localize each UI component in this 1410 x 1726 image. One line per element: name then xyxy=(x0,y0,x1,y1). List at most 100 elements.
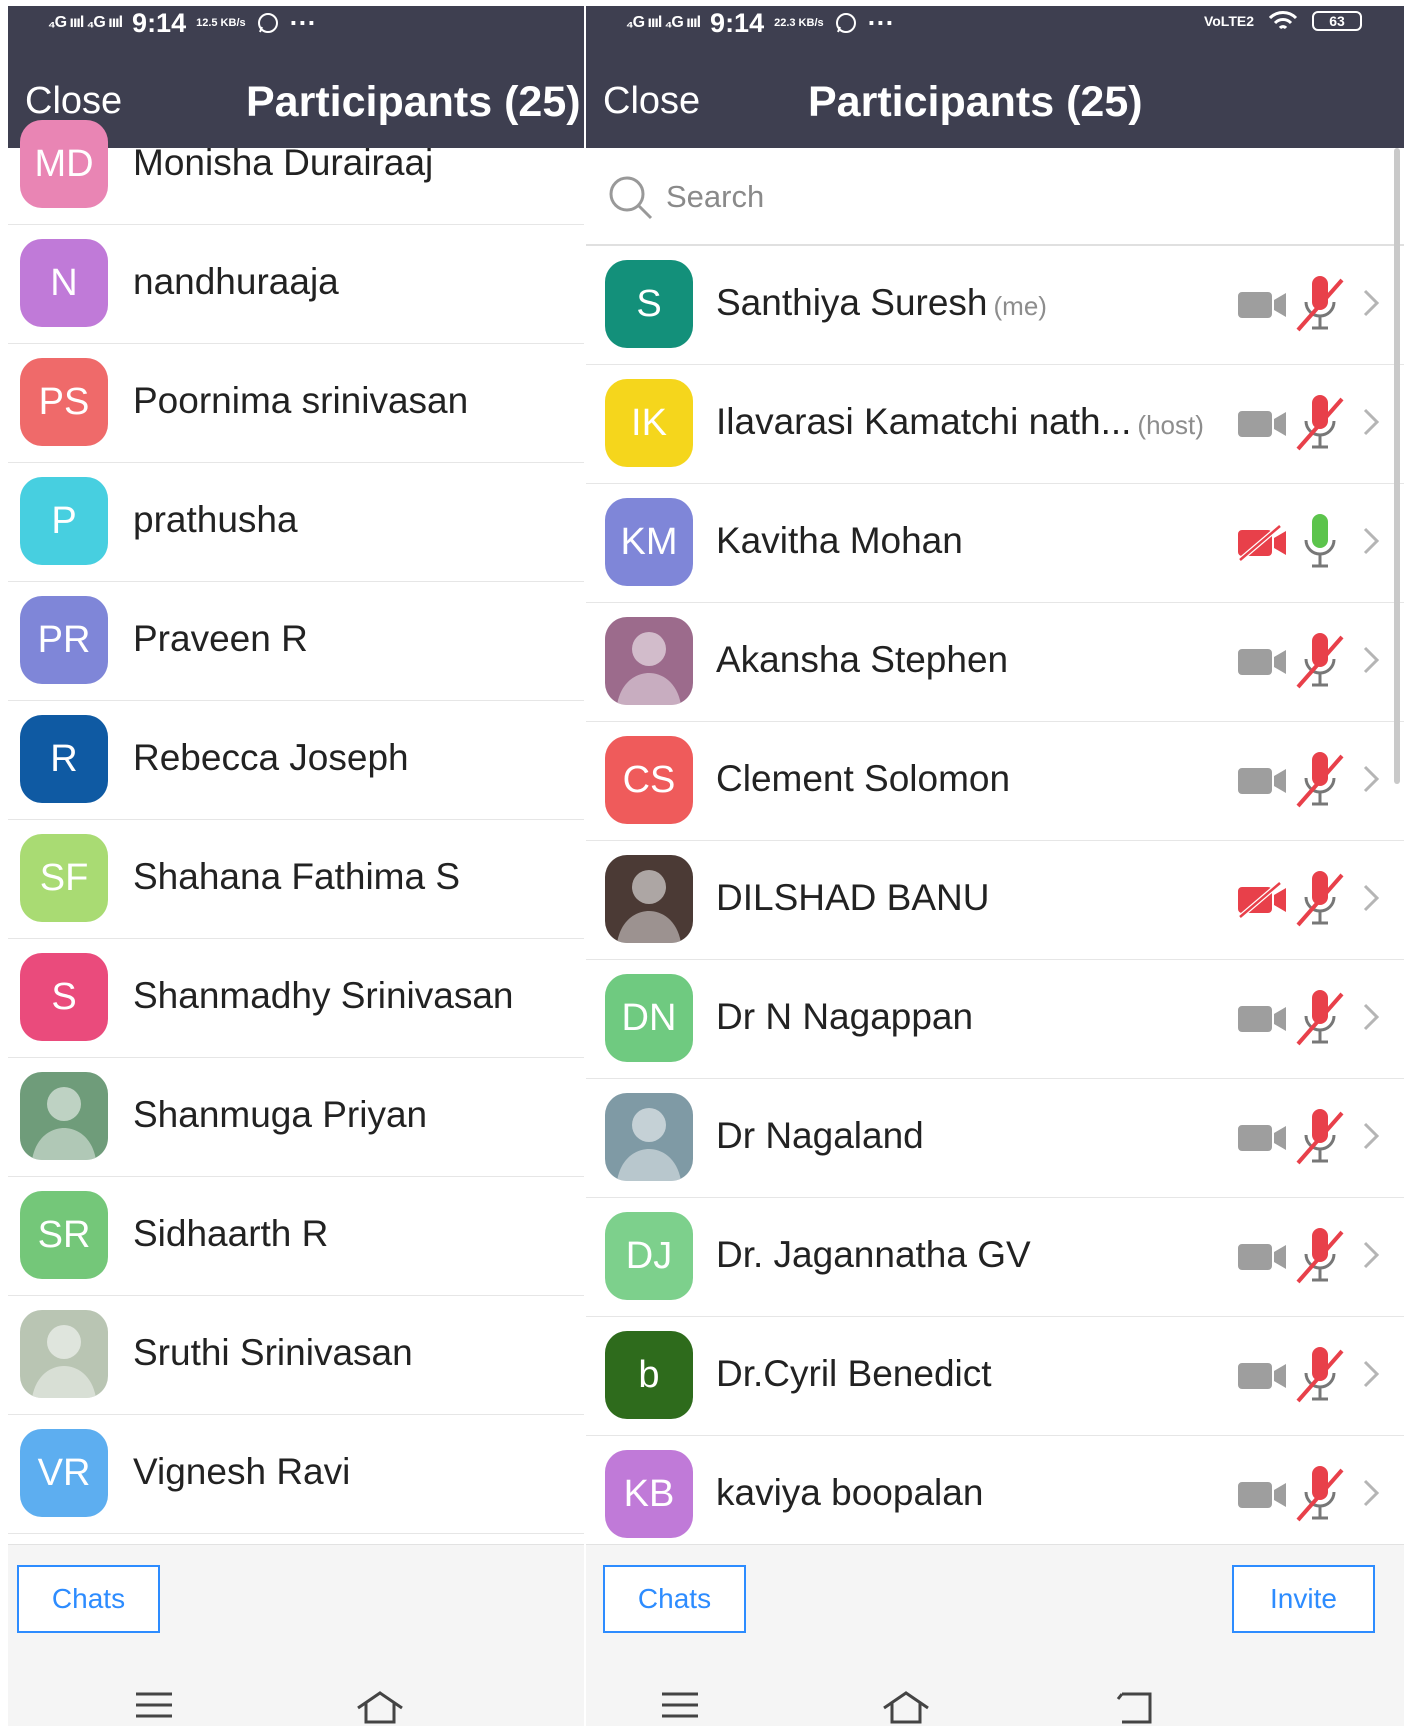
participant-name: Santhiya Suresh (me) xyxy=(716,282,1047,324)
video-camera-icon xyxy=(1236,405,1288,443)
participant-row[interactable]: b Dr.Cyril Benedict xyxy=(586,1317,1404,1436)
participant-name: Clement Solomon xyxy=(716,758,1010,800)
chevron-right-icon[interactable] xyxy=(1362,645,1380,675)
avatar: KB xyxy=(605,1450,693,1538)
chevron-right-icon[interactable] xyxy=(1362,1002,1380,1032)
back-icon[interactable] xyxy=(1116,1690,1156,1724)
signal-icon: ₄G ıııl ₄G ıııl xyxy=(626,14,701,31)
participant-name-text: Dr. Jagannatha GV xyxy=(716,1234,1031,1275)
participant-name: Dr.Cyril Benedict xyxy=(716,1353,992,1395)
chats-button[interactable]: Chats xyxy=(17,1565,160,1633)
participant-list[interactable]: MD Monisha Durairaaj Nnandhuraaja PS Poornim… xyxy=(8,106,584,1534)
chevron-right-icon[interactable] xyxy=(1362,407,1380,437)
participant-name-text: Monisha Durairaaj xyxy=(133,142,434,183)
participant-row[interactable]: R Rebecca Joseph xyxy=(8,701,584,820)
participant-name-text: Santhiya Suresh xyxy=(716,282,988,323)
microphone-muted-icon xyxy=(1294,631,1346,689)
participant-row[interactable]: DILSHAD BANU xyxy=(586,841,1404,960)
avatar: SF xyxy=(20,834,108,922)
participant-name-text: Dr.Cyril Benedict xyxy=(716,1353,992,1394)
participant-row[interactable]: VR Vignesh Ravi xyxy=(8,1415,584,1534)
chevron-right-icon[interactable] xyxy=(1362,764,1380,794)
microphone-muted-icon xyxy=(1294,393,1346,451)
participant-row[interactable]: Dr Nagaland xyxy=(586,1079,1404,1198)
participant-name: DILSHAD BANU xyxy=(716,877,989,919)
participants-panel-left: ₄G ıııl ₄G ıııl 9:14 12.5 KB/s ··· Close… xyxy=(8,6,584,1726)
participant-row[interactable]: PR Praveen R xyxy=(8,582,584,701)
participant-name-text: Praveen R xyxy=(133,618,308,659)
microphone-muted-icon xyxy=(1294,988,1346,1046)
participant-row[interactable]: Pprathusha xyxy=(8,463,584,582)
microphone-muted-icon xyxy=(1294,1226,1346,1284)
person-photo-icon xyxy=(32,1087,96,1160)
invite-button[interactable]: Invite xyxy=(1232,1565,1375,1633)
chevron-right-icon[interactable] xyxy=(1362,1478,1380,1508)
participant-row[interactable]: S Shanmadhy Srinivasan xyxy=(8,939,584,1058)
status-bar: ₄G ıııl ₄G ıııl 9:14 22.3 KB/s ··· xyxy=(626,6,895,40)
participant-name-text: Dr N Nagappan xyxy=(716,996,974,1037)
participant-row[interactable]: KM Kavitha Mohan xyxy=(586,484,1404,603)
search-bar[interactable] xyxy=(586,148,1404,246)
participant-name: Shanmadhy Srinivasan xyxy=(133,975,514,1017)
participant-name-text: Akansha Stephen xyxy=(716,639,1009,680)
chevron-right-icon[interactable] xyxy=(1362,883,1380,913)
avatar: DN xyxy=(605,974,693,1062)
participant-name-text: Shanmuga Priyan xyxy=(133,1094,428,1135)
participant-row[interactable]: CS Clement Solomon xyxy=(586,722,1404,841)
microphone-muted-icon xyxy=(1294,1464,1346,1522)
participant-row[interactable]: SF Shahana Fathima S xyxy=(8,820,584,939)
scrollbar[interactable] xyxy=(1394,148,1400,784)
participant-row[interactable]: PS Poornima srinivasan xyxy=(8,344,584,463)
video-camera-icon xyxy=(1236,1476,1288,1514)
chevron-right-icon[interactable] xyxy=(1362,1121,1380,1151)
wifi-icon xyxy=(1268,11,1298,30)
participant-name-text: kaviya boopalan xyxy=(716,1472,984,1513)
video-off-icon xyxy=(1236,881,1288,919)
participant-row[interactable]: MD Monisha Durairaaj xyxy=(8,106,584,225)
search-icon xyxy=(609,176,653,220)
person-photo-icon xyxy=(617,632,681,705)
participant-name-text: Sidhaarth R xyxy=(133,1213,329,1254)
search-input[interactable] xyxy=(664,170,1168,224)
participant-row[interactable]: Nnandhuraaja xyxy=(8,225,584,344)
avatar: MD xyxy=(20,120,108,208)
participant-row[interactable]: DN Dr N Nagappan xyxy=(586,960,1404,1079)
system-nav-bar xyxy=(586,1668,1404,1726)
microphone-muted-icon xyxy=(1294,1345,1346,1403)
chats-button[interactable]: Chats xyxy=(603,1565,746,1633)
menu-icon[interactable] xyxy=(134,1690,174,1720)
participant-name-text: nandhuraaja xyxy=(133,261,339,302)
home-icon[interactable] xyxy=(880,1690,932,1724)
participant-name-text: Sruthi Srinivasan xyxy=(133,1332,413,1373)
participant-name-text: Shanmadhy Srinivasan xyxy=(133,975,514,1016)
home-icon[interactable] xyxy=(354,1690,406,1724)
chevron-right-icon[interactable] xyxy=(1362,1359,1380,1389)
participant-row[interactable]: KB kaviya boopalan xyxy=(586,1436,1404,1555)
participant-row[interactable]: IK Ilavarasi Kamatchi nath... (host) xyxy=(586,365,1404,484)
participant-row[interactable]: Shanmuga Priyan xyxy=(8,1058,584,1177)
whatsapp-icon xyxy=(257,13,278,33)
participant-row[interactable]: S Santhiya Suresh (me) xyxy=(586,246,1404,365)
participant-row[interactable]: Sruthi Srinivasan xyxy=(8,1296,584,1415)
participant-row[interactable]: Akansha Stephen xyxy=(586,603,1404,722)
chevron-right-icon[interactable] xyxy=(1362,288,1380,318)
participant-name-text: Shahana Fathima S xyxy=(133,856,461,897)
participant-row[interactable]: SR Sidhaarth R xyxy=(8,1177,584,1296)
close-button[interactable]: Close xyxy=(603,80,700,123)
menu-icon[interactable] xyxy=(660,1690,700,1720)
video-off-icon xyxy=(1236,524,1288,562)
microphone-muted-icon xyxy=(1294,869,1346,927)
participant-row[interactable]: DJ Dr. Jagannatha GV xyxy=(586,1198,1404,1317)
header-bar: ₄G ıııl ₄G ıııl 9:14 22.3 KB/s ··· VoLTE… xyxy=(586,6,1404,148)
participant-list[interactable]: S Santhiya Suresh (me) IK Ilavarasi Kamatchi… xyxy=(586,246,1404,1555)
avatar-photo xyxy=(20,1310,108,1398)
chevron-right-icon[interactable] xyxy=(1362,1240,1380,1270)
participant-name: Ilavarasi Kamatchi nath... (host) xyxy=(716,401,1204,443)
participant-name-text: Dr Nagaland xyxy=(716,1115,924,1156)
person-photo-icon xyxy=(617,1108,681,1181)
chevron-right-icon[interactable] xyxy=(1362,526,1380,556)
person-photo-icon xyxy=(32,1325,96,1398)
video-camera-icon xyxy=(1236,286,1288,324)
participant-name: Dr. Jagannatha GV xyxy=(716,1234,1031,1276)
video-camera-icon xyxy=(1236,762,1288,800)
